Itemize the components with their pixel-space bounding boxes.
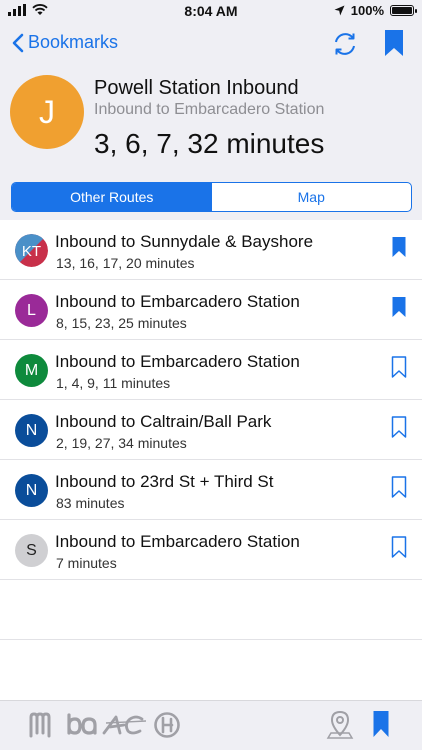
route-times: 8, 15, 23, 25 minutes [56,315,187,331]
route-list: KT Inbound to Sunnydale & Bayshore 13, 1… [0,220,422,640]
route-title: Inbound to Embarcadero Station [55,532,300,551]
stop-header: Bookmarks J Powell Station Inbound Inbou… [0,22,422,220]
route-title: Inbound to Caltrain/Ball Park [55,412,272,431]
route-badge-label: KT [22,243,41,260]
chevron-left-icon [12,33,24,52]
bookmark-outline-icon[interactable] [391,416,407,438]
bookmark-outline-icon[interactable] [391,536,407,558]
route-badge-m: M [15,354,48,387]
stop-subtitle: Inbound to Embarcadero Station [94,101,325,118]
refresh-icon[interactable] [331,30,359,58]
battery-percent: 100% [350,3,384,18]
route-badge-l: L [15,294,48,327]
route-title: Inbound to 23rd St + Third St [55,472,274,491]
route-badge-n: N [15,474,48,507]
route-badge-n: N [15,414,48,447]
bookmark-outline-icon[interactable] [391,356,407,378]
route-row-s[interactable]: S Inbound to Embarcadero Station 7 minut… [0,520,422,580]
route-times: 2, 19, 27, 34 minutes [56,435,187,451]
caltrain-logo-icon[interactable] [152,711,182,739]
bookmark-filled-icon[interactable] [391,236,407,258]
route-badge-kt: KT [15,234,48,267]
map-pin-icon[interactable] [326,709,354,741]
location-arrow-icon [334,5,345,16]
bookmark-tab-icon[interactable] [372,710,390,738]
ac-transit-logo-icon[interactable] [102,711,146,739]
stop-title: Powell Station Inbound [94,77,299,99]
route-title: Inbound to Embarcadero Station [55,292,300,311]
bookmark-filled-icon[interactable] [391,296,407,318]
segmented-control: Other Routes Map [11,182,412,212]
bottom-tab-bar [0,700,422,750]
back-button[interactable]: Bookmarks [12,32,118,53]
stop-avatar: J [10,75,84,149]
bart-logo-icon[interactable] [66,711,98,739]
route-times: 1, 4, 9, 11 minutes [56,375,171,391]
avatar-initial: J [39,93,55,130]
tab-other-routes[interactable]: Other Routes [12,183,212,211]
route-row-m[interactable]: M Inbound to Embarcadero Station 1, 4, 9… [0,340,422,400]
route-row-n-caltrain[interactable]: N Inbound to Caltrain/Ball Park 2, 19, 2… [0,400,422,460]
route-times: 83 minutes [56,495,125,511]
route-row-l[interactable]: L Inbound to Embarcadero Station 8, 15, … [0,280,422,340]
status-right: 100% [334,3,417,18]
route-badge-s: S [15,534,48,567]
bookmark-outline-icon[interactable] [391,476,407,498]
route-times: 7 minutes [56,555,117,571]
bookmark-filled-icon[interactable] [383,29,405,57]
tab-map[interactable]: Map [212,183,412,211]
route-title: Inbound to Sunnydale & Bayshore [55,232,314,251]
battery-icon [390,5,417,16]
arrival-times: 3, 6, 7, 32 minutes [94,128,325,159]
status-bar: 8:04 AM 100% [0,0,422,22]
back-label: Bookmarks [28,32,119,52]
route-title: Inbound to Embarcadero Station [55,352,300,371]
route-row-n-third[interactable]: N Inbound to 23rd St + Third St 83 minut… [0,460,422,520]
list-divider [0,580,422,640]
route-times: 13, 16, 17, 20 minutes [56,255,195,271]
muni-logo-icon[interactable] [28,711,54,739]
route-row-kt[interactable]: KT Inbound to Sunnydale & Bayshore 13, 1… [0,220,422,280]
